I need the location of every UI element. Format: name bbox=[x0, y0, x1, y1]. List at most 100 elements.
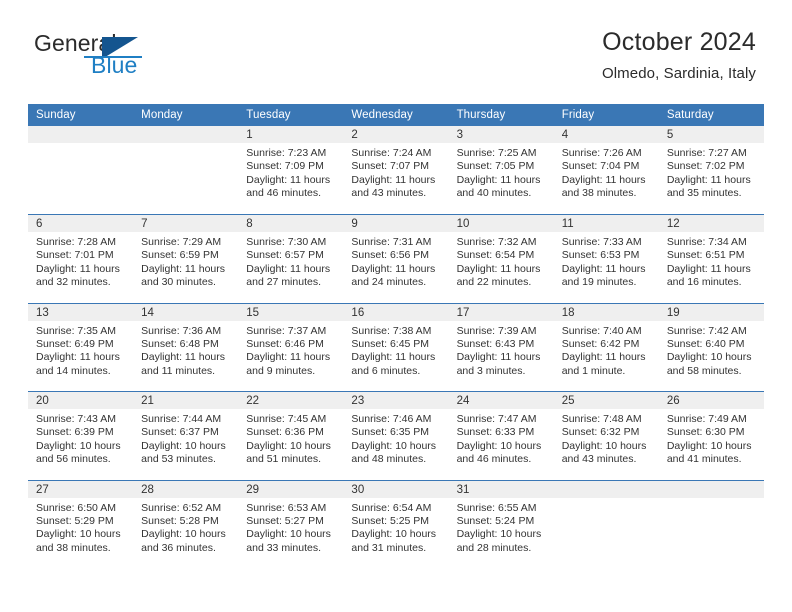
day-sun-info: Sunrise: 7:37 AM Sunset: 6:46 PM Daylight:… bbox=[238, 321, 343, 379]
calendar-day-cell[interactable]: 26 Sunrise: 7:49 AM Sunset: 6:30 PM Dayligh… bbox=[658, 391, 764, 480]
day-number: 13 bbox=[28, 303, 134, 321]
daylight-duration-line1: Daylight: 11 hours bbox=[351, 351, 436, 364]
page-subtitle: Olmedo, Sardinia, Italy bbox=[601, 65, 756, 82]
weekday-header-wednesday: Wednesday bbox=[343, 104, 449, 126]
daylight-duration-line2: and 27 minutes. bbox=[246, 276, 321, 289]
calendar-day-cell[interactable]: 18 Sunrise: 7:40 AM Sunset: 6:42 PM Dayligh… bbox=[553, 302, 659, 392]
calendar-day-cell[interactable]: 17 Sunrise: 7:39 AM Sunset: 6:43 PM Dayligh… bbox=[448, 302, 554, 392]
calendar-day-cell[interactable]: 29 Sunrise: 6:53 AM Sunset: 5:27 PM Dayligh… bbox=[238, 479, 344, 569]
daylight-duration-line2: and 11 minutes. bbox=[141, 364, 216, 377]
sunset-time: Sunset: 6:49 PM bbox=[36, 337, 114, 350]
daylight-duration-line2: and 35 minutes. bbox=[666, 187, 742, 200]
calendar-day-cell[interactable]: 10 Sunrise: 7:32 AM Sunset: 6:54 PM Dayligh… bbox=[448, 214, 554, 303]
calendar-week-row: 13 Sunrise: 7:35 AM Sunset: 6:49 PM Dayligh… bbox=[28, 302, 764, 392]
day-sun-info: Sunrise: 7:34 AM Sunset: 6:51 PM Daylight:… bbox=[659, 232, 764, 290]
sunset-time: Sunset: 6:40 PM bbox=[666, 337, 745, 350]
day-sun-info: Sunrise: 6:53 AM Sunset: 5:27 PM Daylight:… bbox=[238, 498, 343, 556]
sunrise-time: Sunrise: 7:35 AM bbox=[36, 324, 116, 337]
sunset-time: Sunset: 7:09 PM bbox=[246, 160, 324, 173]
sunrise-time: Sunrise: 6:50 AM bbox=[36, 501, 116, 514]
calendar-day-cell[interactable]: 21 Sunrise: 7:44 AM Sunset: 6:37 PM Dayligh… bbox=[133, 391, 239, 480]
calendar-day-cell[interactable]: 16 Sunrise: 7:38 AM Sunset: 6:45 PM Dayligh… bbox=[343, 302, 449, 392]
day-sun-info: Sunrise: 7:43 AM Sunset: 6:39 PM Daylight:… bbox=[28, 409, 133, 467]
calendar-day-cell[interactable]: 2 Sunrise: 7:24 AM Sunset: 7:07 PM Daylight… bbox=[343, 126, 449, 215]
daylight-duration-line1: Daylight: 11 hours bbox=[141, 351, 225, 364]
sunset-time: Sunset: 6:57 PM bbox=[246, 249, 324, 262]
daylight-duration-line1: Daylight: 10 hours bbox=[246, 439, 331, 452]
calendar-week-row: 27 Sunrise: 6:50 AM Sunset: 5:29 PM Dayligh… bbox=[28, 479, 764, 569]
page-header: General Blue October 2024 Olmedo, Sardin… bbox=[0, 0, 792, 82]
sunset-time: Sunset: 6:54 PM bbox=[456, 249, 535, 262]
weekday-header-saturday: Saturday bbox=[658, 104, 764, 126]
daylight-duration-line2: and 53 minutes. bbox=[141, 453, 216, 466]
daylight-duration-line1: Daylight: 11 hours bbox=[666, 262, 751, 275]
calendar-day-cell-empty bbox=[28, 126, 134, 215]
daylight-duration-line1: Daylight: 10 hours bbox=[456, 528, 542, 541]
calendar-day-cell[interactable]: 25 Sunrise: 7:48 AM Sunset: 6:32 PM Dayligh… bbox=[553, 391, 659, 480]
calendar-day-cell[interactable]: 6 Sunrise: 7:28 AM Sunset: 7:01 PM Daylight… bbox=[28, 214, 134, 303]
day-sun-info: Sunrise: 7:44 AM Sunset: 6:37 PM Daylight:… bbox=[133, 409, 238, 467]
general-blue-logo[interactable]: General Blue bbox=[34, 32, 254, 78]
calendar-day-cell[interactable]: 8 Sunrise: 7:30 AM Sunset: 6:57 PM Daylight… bbox=[238, 214, 344, 303]
calendar-day-cell[interactable]: 14 Sunrise: 7:36 AM Sunset: 6:48 PM Dayligh… bbox=[133, 302, 239, 392]
sunrise-time: Sunrise: 7:33 AM bbox=[561, 236, 642, 248]
calendar-day-cell[interactable]: 13 Sunrise: 7:35 AM Sunset: 6:49 PM Dayligh… bbox=[28, 302, 134, 392]
day-number: 24 bbox=[448, 392, 554, 409]
calendar-day-cell[interactable]: 19 Sunrise: 7:42 AM Sunset: 6:40 PM Dayligh… bbox=[658, 302, 764, 392]
day-number: 3 bbox=[448, 126, 554, 143]
calendar-week-row: 20 Sunrise: 7:43 AM Sunset: 6:39 PM Dayligh… bbox=[28, 391, 764, 480]
daylight-duration-line1: Daylight: 11 hours bbox=[456, 262, 541, 275]
daylight-duration-line1: Daylight: 11 hours bbox=[561, 173, 646, 186]
sunset-time: Sunset: 6:45 PM bbox=[351, 337, 430, 350]
daylight-duration-line1: Daylight: 11 hours bbox=[561, 351, 646, 364]
day-sun-info: Sunrise: 7:30 AM Sunset: 6:57 PM Daylight:… bbox=[238, 232, 343, 290]
calendar-day-cell[interactable]: 22 Sunrise: 7:45 AM Sunset: 6:36 PM Dayligh… bbox=[238, 391, 344, 480]
sunset-time: Sunset: 5:28 PM bbox=[141, 514, 219, 527]
day-sun-info: Sunrise: 7:48 AM Sunset: 6:32 PM Daylight:… bbox=[554, 409, 659, 467]
calendar-day-cell[interactable]: 23 Sunrise: 7:46 AM Sunset: 6:35 PM Dayligh… bbox=[343, 391, 449, 480]
calendar-week-row: 1 Sunrise: 7:23 AM Sunset: 7:09 PM Daylight… bbox=[28, 126, 764, 215]
daylight-duration-line2: and 48 minutes. bbox=[351, 453, 427, 466]
sunrise-time: Sunrise: 7:48 AM bbox=[561, 413, 642, 425]
daylight-duration-line2: and 14 minutes. bbox=[36, 364, 111, 377]
day-sun-info: Sunrise: 7:28 AM Sunset: 7:01 PM Daylight:… bbox=[28, 232, 133, 290]
day-number: 26 bbox=[658, 392, 764, 409]
calendar-day-cell[interactable]: 11 Sunrise: 7:33 AM Sunset: 6:53 PM Dayligh… bbox=[553, 214, 659, 303]
calendar-day-cell[interactable]: 1 Sunrise: 7:23 AM Sunset: 7:09 PM Daylight… bbox=[238, 126, 344, 215]
calendar-day-cell[interactable]: 15 Sunrise: 7:37 AM Sunset: 6:46 PM Dayligh… bbox=[238, 302, 344, 392]
sunrise-time: Sunrise: 7:25 AM bbox=[456, 147, 537, 159]
day-number: 28 bbox=[133, 480, 239, 498]
daylight-duration-line2: and 24 minutes. bbox=[351, 276, 427, 289]
calendar-day-cell[interactable]: 5 Sunrise: 7:27 AM Sunset: 7:02 PM Daylight… bbox=[658, 126, 764, 215]
daylight-duration-line2: and 16 minutes. bbox=[666, 276, 742, 289]
daylight-duration-line1: Daylight: 10 hours bbox=[246, 528, 331, 541]
sunset-time: Sunset: 6:35 PM bbox=[351, 426, 430, 439]
daylight-duration-line2: and 36 minutes. bbox=[141, 541, 216, 554]
calendar-day-cell[interactable]: 27 Sunrise: 6:50 AM Sunset: 5:29 PM Dayligh… bbox=[28, 479, 134, 569]
logo-text-blue: Blue bbox=[91, 52, 138, 78]
calendar-day-cell[interactable]: 9 Sunrise: 7:31 AM Sunset: 6:56 PM Daylight… bbox=[343, 214, 449, 303]
calendar-day-cell[interactable]: 28 Sunrise: 6:52 AM Sunset: 5:28 PM Dayligh… bbox=[133, 479, 239, 569]
day-sun-info: Sunrise: 7:23 AM Sunset: 7:09 PM Daylight:… bbox=[238, 143, 343, 201]
day-sun-info: Sunrise: 7:29 AM Sunset: 6:59 PM Daylight:… bbox=[133, 232, 238, 290]
day-number: 15 bbox=[238, 303, 344, 321]
day-sun-info: Sunrise: 7:42 AM Sunset: 6:40 PM Daylight:… bbox=[659, 321, 764, 379]
calendar-day-cell[interactable]: 12 Sunrise: 7:34 AM Sunset: 6:51 PM Dayligh… bbox=[658, 214, 764, 303]
daylight-duration-line1: Daylight: 11 hours bbox=[36, 351, 120, 364]
calendar-day-cell[interactable]: 24 Sunrise: 7:47 AM Sunset: 6:33 PM Dayligh… bbox=[448, 391, 554, 480]
sunset-time: Sunset: 6:39 PM bbox=[36, 426, 114, 439]
daylight-duration-line1: Daylight: 10 hours bbox=[456, 439, 542, 452]
day-number: 4 bbox=[553, 126, 659, 143]
calendar-day-cell[interactable]: 31 Sunrise: 6:55 AM Sunset: 5:24 PM Dayligh… bbox=[448, 479, 554, 569]
calendar-day-cell[interactable]: 20 Sunrise: 7:43 AM Sunset: 6:39 PM Dayligh… bbox=[28, 391, 134, 480]
sunset-time: Sunset: 6:59 PM bbox=[141, 249, 219, 262]
calendar-day-cell[interactable]: 4 Sunrise: 7:26 AM Sunset: 7:04 PM Daylight… bbox=[553, 126, 659, 215]
calendar-day-cell[interactable]: 7 Sunrise: 7:29 AM Sunset: 6:59 PM Daylight… bbox=[133, 214, 239, 303]
weekday-header-tuesday: Tuesday bbox=[238, 104, 344, 126]
day-number: 23 bbox=[343, 392, 449, 409]
calendar-day-cell[interactable]: 30 Sunrise: 6:54 AM Sunset: 5:25 PM Dayligh… bbox=[343, 479, 449, 569]
sunset-time: Sunset: 6:43 PM bbox=[456, 337, 535, 350]
calendar-day-cell[interactable]: 3 Sunrise: 7:25 AM Sunset: 7:05 PM Daylight… bbox=[448, 126, 554, 215]
daylight-duration-line1: Daylight: 11 hours bbox=[351, 262, 436, 275]
sunrise-time: Sunrise: 7:24 AM bbox=[351, 147, 432, 159]
